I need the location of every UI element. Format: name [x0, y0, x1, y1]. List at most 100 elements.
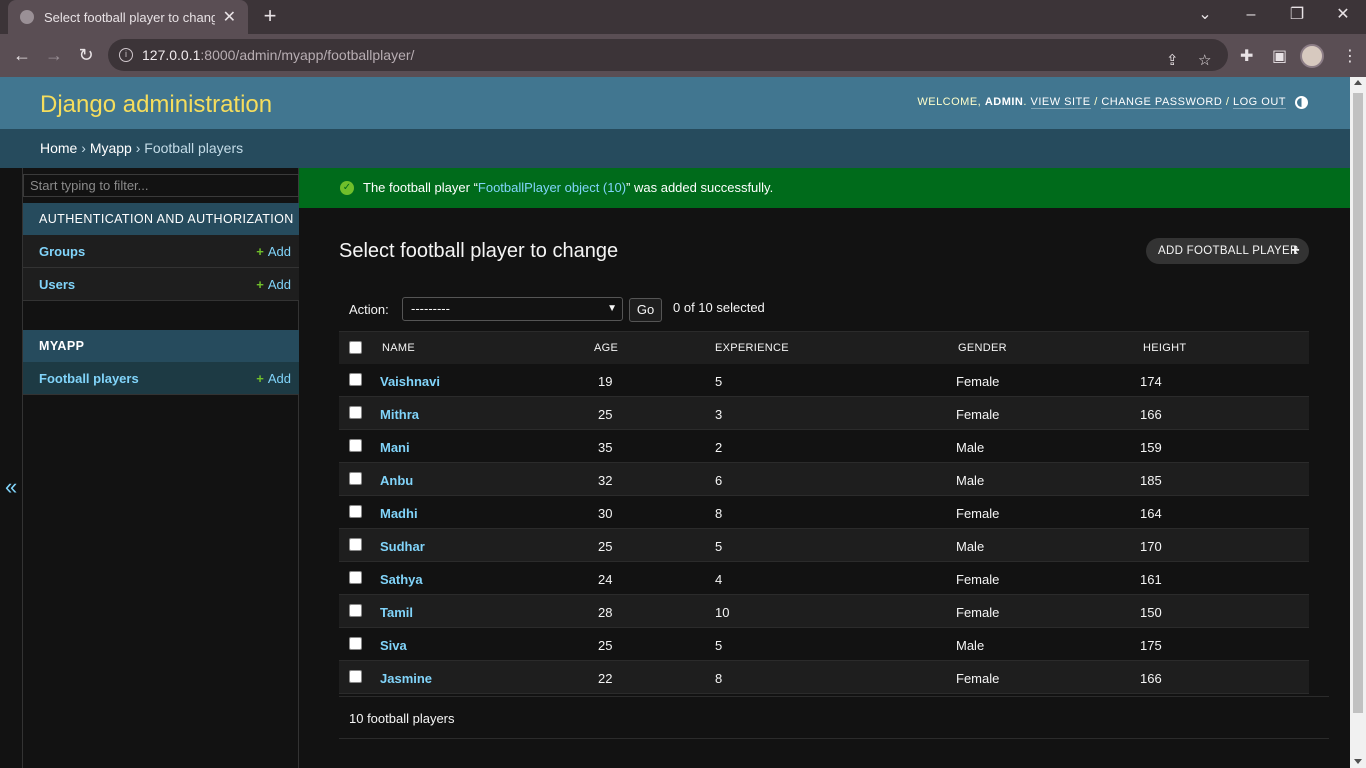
add-football-player-button[interactable]: ADD FOOTBALL PLAYER +: [1146, 238, 1309, 264]
cell-height: 166: [1140, 671, 1162, 686]
cell-gender: Male: [956, 638, 985, 653]
back-button[interactable]: ←: [9, 42, 35, 68]
tab-title: Select football player to change: [44, 9, 215, 25]
cell-name[interactable]: Mithra: [380, 407, 419, 422]
forward-button[interactable]: →: [41, 42, 67, 68]
plus-icon: +: [256, 277, 264, 292]
scrollbar-thumb[interactable]: [1353, 93, 1363, 713]
row-checkbox[interactable]: [349, 604, 362, 617]
plus-icon: +: [256, 371, 264, 386]
row-checkbox[interactable]: [349, 538, 362, 551]
row-checkbox[interactable]: [349, 505, 362, 518]
bookmark-star-icon[interactable]: ☆: [1198, 45, 1211, 77]
browser-tab[interactable]: Select football player to change ✕: [8, 0, 248, 34]
browser-tab-bar: Select football player to change ✕ + ⌄ –…: [0, 0, 1366, 34]
breadcrumb-app[interactable]: Myapp: [90, 140, 132, 156]
change-password-link[interactable]: CHANGE PASSWORD: [1101, 96, 1223, 109]
minimize-button[interactable]: –: [1228, 0, 1274, 34]
sidebar-item-football-players[interactable]: Football players + Add: [23, 362, 299, 395]
cell-age: 25: [598, 638, 613, 653]
add-football-players-link[interactable]: + Add: [256, 371, 291, 386]
cell-height: 159: [1140, 440, 1162, 455]
breadcrumb-separator: ›: [81, 140, 86, 156]
view-site-link[interactable]: VIEW SITE: [1030, 96, 1091, 109]
address-bar[interactable]: i 127.0.0.1:8000/admin/myapp/footballpla…: [108, 39, 1228, 71]
select-all-checkbox[interactable]: [349, 341, 362, 354]
site-info-icon[interactable]: i: [119, 48, 133, 62]
cell-gender: Female: [956, 506, 1000, 521]
new-tab-button[interactable]: +: [258, 4, 282, 28]
message-suffix: ” was added successfully.: [626, 180, 774, 195]
breadcrumb-home[interactable]: Home: [40, 140, 77, 156]
row-checkbox[interactable]: [349, 670, 362, 683]
profile-avatar[interactable]: [1300, 44, 1324, 68]
window-close-button[interactable]: ✕: [1320, 0, 1366, 34]
share-icon[interactable]: ⇪: [1166, 45, 1179, 77]
cell-name[interactable]: Mani: [380, 440, 410, 455]
reload-button[interactable]: ↻: [73, 42, 99, 68]
sidebar-item-users[interactable]: Users + Add: [23, 268, 299, 301]
column-header-height[interactable]: HEIGHT: [1143, 342, 1186, 354]
cell-age: 30: [598, 506, 613, 521]
module-caption[interactable]: AUTHENTICATION AND AUTHORIZATION: [23, 203, 299, 235]
site-branding[interactable]: Django administration: [40, 91, 272, 119]
logout-link[interactable]: LOG OUT: [1232, 96, 1286, 109]
go-button[interactable]: Go: [629, 298, 662, 322]
result-list-table: NAME AGE EXPERIENCE GENDER HEIGHT Vaishn…: [339, 331, 1309, 694]
page-scrollbar[interactable]: [1350, 77, 1366, 768]
cell-name[interactable]: Sudhar: [380, 539, 425, 554]
cell-name[interactable]: Sathya: [380, 572, 423, 587]
welcome-text: WELCOME,: [917, 96, 982, 108]
table-row: Jasmine 22 8 Female 166: [339, 661, 1309, 694]
close-tab-icon[interactable]: ✕: [223, 7, 236, 27]
row-checkbox[interactable]: [349, 637, 362, 650]
column-header-name[interactable]: NAME: [382, 342, 415, 354]
row-checkbox[interactable]: [349, 406, 362, 419]
row-checkbox[interactable]: [349, 571, 362, 584]
sidebar-item-label[interactable]: Users: [39, 277, 75, 292]
restore-button[interactable]: ❐: [1274, 0, 1320, 34]
scroll-up-icon[interactable]: [1354, 80, 1362, 85]
module-caption[interactable]: MYAPP: [23, 330, 299, 362]
cell-experience: 10: [715, 605, 730, 620]
browser-menu-icon[interactable]: ⋮: [1342, 46, 1358, 66]
row-checkbox[interactable]: [349, 439, 362, 452]
double-chevron-left-icon: «: [5, 474, 18, 499]
cell-gender: Male: [956, 539, 985, 554]
table-body: Vaishnavi 19 5 Female 174 Mithra 25 3 Female 166 M…: [339, 364, 1309, 694]
tab-search-icon[interactable]: ⌄: [1182, 0, 1228, 34]
scroll-down-icon[interactable]: [1354, 759, 1362, 764]
cell-name[interactable]: Madhi: [380, 506, 418, 521]
toggle-sidebar-button[interactable]: «: [0, 168, 22, 768]
selection-counter: 0 of 10 selected: [673, 300, 765, 315]
action-label: Action:: [349, 302, 389, 317]
plus-icon: +: [1290, 242, 1300, 259]
sidebar-item-groups[interactable]: Groups + Add: [23, 235, 299, 268]
row-checkbox[interactable]: [349, 373, 362, 386]
message-object-link[interactable]: FootballPlayer object (10): [478, 180, 626, 195]
actions-bar: Action: --------- ▼ Go 0 of 10 selected: [339, 293, 1309, 331]
sidebar-item-label[interactable]: Football players: [39, 371, 139, 386]
cell-name[interactable]: Siva: [380, 638, 407, 653]
nav-sidebar: Start typing to filter... AUTHENTICATION…: [22, 168, 299, 768]
column-header-gender[interactable]: GENDER: [958, 342, 1007, 354]
action-select[interactable]: --------- ▼: [402, 297, 623, 321]
extensions-icon[interactable]: ✚: [1240, 46, 1253, 66]
add-groups-link[interactable]: + Add: [256, 244, 291, 259]
theme-toggle-icon[interactable]: [1295, 96, 1308, 109]
nav-filter-input[interactable]: Start typing to filter...: [23, 174, 299, 197]
column-header-experience[interactable]: EXPERIENCE: [715, 342, 789, 354]
side-panel-icon[interactable]: ▣: [1272, 46, 1287, 66]
cell-name[interactable]: Tamil: [380, 605, 413, 620]
row-checkbox[interactable]: [349, 472, 362, 485]
cell-gender: Female: [956, 407, 1000, 422]
add-users-link[interactable]: + Add: [256, 277, 291, 292]
table-row: Sathya 24 4 Female 161: [339, 562, 1309, 595]
cell-height: 185: [1140, 473, 1162, 488]
cell-gender: Female: [956, 374, 1000, 389]
cell-name[interactable]: Vaishnavi: [380, 374, 440, 389]
cell-name[interactable]: Anbu: [380, 473, 413, 488]
sidebar-item-label[interactable]: Groups: [39, 244, 85, 259]
column-header-age[interactable]: AGE: [594, 342, 618, 354]
cell-name[interactable]: Jasmine: [380, 671, 432, 686]
